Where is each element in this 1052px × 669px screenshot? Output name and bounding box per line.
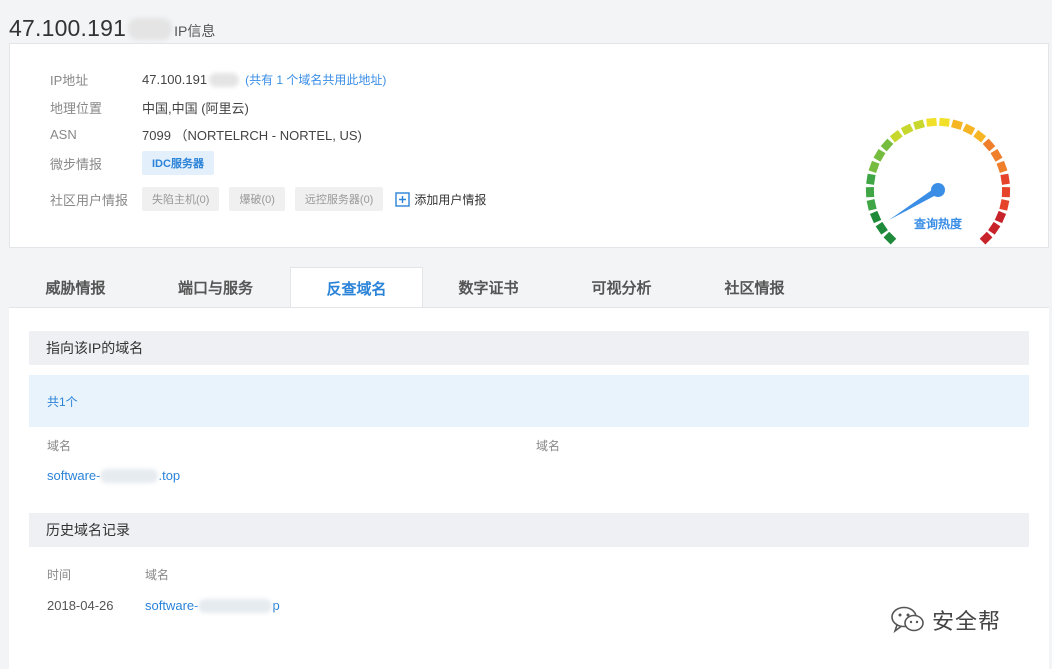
tab-reverse-domain[interactable]: 反查域名 [290, 267, 423, 308]
domain-link[interactable]: software- .top [47, 468, 180, 483]
add-intel-label: 添加用户情报 [414, 192, 487, 207]
redacted-blur [209, 72, 240, 87]
gauge-tick [973, 130, 987, 143]
geo-label: 地理位置 [50, 101, 103, 116]
gauge-tick [1000, 173, 1010, 185]
gauge-tick [883, 231, 897, 245]
asn-row: ASN 7099 （NORTELRCH - NORTEL, US) [50, 125, 362, 144]
community-row: 社区用户情报 失陷主机(0) 爆破(0) 远控服务器(0) 添加用户情报 [50, 187, 486, 211]
community-tag-compromised[interactable]: 失陷主机(0) [142, 187, 220, 211]
gauge-tick [979, 231, 993, 245]
asn-label: ASN [50, 127, 77, 142]
ip-label: IP地址 [50, 73, 89, 88]
gauge-tick [869, 210, 882, 224]
tab-visual-analysis[interactable]: 可视分析 [555, 267, 688, 307]
tab-bar: 威胁情报 端口与服务 反查域名 数字证书 可视分析 社区情报 [9, 267, 1049, 308]
title-ip: 47.100.191 [9, 15, 127, 41]
gauge-tick [951, 119, 963, 130]
gauge-tick [1001, 187, 1011, 198]
section-header-current: 指向该IP的域名 [29, 331, 1029, 365]
geo-value: 中国,中国 (阿里云) [142, 101, 249, 116]
section-header-history: 历史域名记录 [29, 513, 1029, 547]
page-title: 47.100.191 IP信息 [9, 14, 215, 42]
domain-count: 共1个 [29, 375, 1029, 427]
gauge-tick [994, 210, 1007, 224]
domain-suffix: .top [158, 468, 181, 483]
community-tag-bruteforce[interactable]: 爆破(0) [229, 187, 285, 211]
watermark-text: 安全帮 [932, 609, 1002, 634]
add-intel-button[interactable]: 添加用户情报 [395, 191, 486, 208]
gauge-tick [900, 123, 914, 136]
tab-ports-services[interactable]: 端口与服务 [149, 267, 282, 307]
tab-community-intel[interactable]: 社区情报 [688, 267, 821, 307]
list-item: software- .top [47, 468, 180, 483]
wechat-icon [891, 606, 924, 634]
geo-row: 地理位置 中国,中国 (阿里云) [50, 98, 249, 117]
gauge-tick [939, 117, 950, 127]
gauge-hub [931, 183, 945, 197]
domain-prefix: software- [47, 468, 101, 483]
community-tag-c2[interactable]: 远控服务器(0) [294, 187, 384, 211]
add-intel-icon [395, 191, 411, 207]
domain-suffix: p [272, 598, 280, 613]
gauge-tick [865, 187, 875, 198]
gauge-tick [962, 123, 976, 136]
column-header-time: 时间 [47, 568, 72, 582]
history-date: 2018-04-26 [47, 598, 114, 613]
ip-value: 47.100.191 [142, 72, 208, 87]
redacted-blur [198, 598, 273, 613]
gauge-tick [982, 138, 996, 152]
title-suffix: IP信息 [174, 23, 216, 39]
tab-certificates[interactable]: 数字证书 [422, 267, 555, 307]
gauge-tick [913, 119, 925, 130]
ip-info-card: IP地址 47.100.191 (共有 1 个域名共用此地址) 地理位置 中国,… [9, 43, 1049, 248]
gauge-tick [866, 199, 877, 211]
gauge-tick [875, 221, 888, 235]
ip-row: IP地址 47.100.191 (共有 1 个域名共用此地址) [50, 70, 386, 89]
idc-tag: IDC服务器 [142, 151, 214, 175]
redacted-blur [100, 468, 159, 483]
column-header-domain-2: 域名 [536, 439, 561, 453]
gauge-tick [866, 173, 876, 185]
history-domain-link[interactable]: software- p [145, 598, 280, 613]
gauge-tick [889, 130, 903, 143]
gauge-tick [880, 138, 894, 152]
gauge-tick [996, 160, 1008, 174]
gauge-tick [873, 149, 886, 162]
tab-threat-intel[interactable]: 威胁情报 [9, 267, 142, 307]
gauge-tick [988, 221, 1001, 235]
asn-value: 7099 （NORTELRCH - NORTEL, US) [142, 128, 362, 143]
redacted-blur [128, 18, 173, 40]
domain-prefix: software- [145, 598, 199, 613]
watermark: 安全帮 [890, 604, 1001, 636]
column-header-domain: 域名 [47, 439, 72, 453]
column-header-history-domain: 域名 [145, 568, 170, 582]
wb-row: 微步情报 IDC服务器 [50, 151, 214, 175]
gauge-tick [999, 199, 1010, 211]
wb-label: 微步情报 [50, 156, 103, 172]
gauge-tick [926, 117, 937, 127]
table-row: 2018-04-26 software- p [47, 598, 280, 613]
gauge-tick [868, 160, 880, 174]
shared-domains-link[interactable]: (共有 1 个域名共用此地址) [245, 71, 386, 88]
query-heat-gauge: 查询热度 [865, 117, 1011, 245]
gauge-tick [990, 149, 1003, 162]
community-label: 社区用户情报 [50, 192, 129, 208]
gauge-label: 查询热度 [913, 216, 963, 231]
